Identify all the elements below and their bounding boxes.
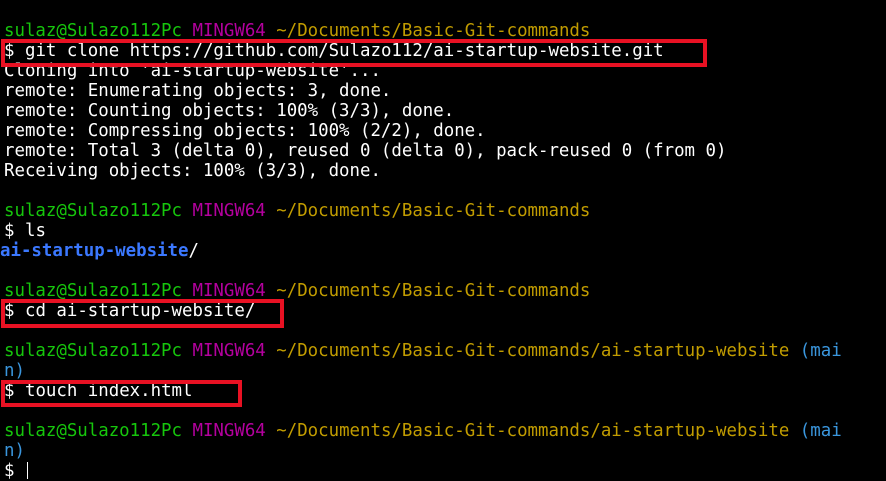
output-line: Receiving objects: 100% (3/3), done.	[4, 161, 381, 181]
prompt-user-host: sulaz@Sulazo112Pc	[4, 201, 182, 221]
active-input-line[interactable]: $	[0, 461, 886, 481]
command-ls: ls	[24, 221, 46, 241]
prompt-line: sulaz@Sulazo112Pc MINGW64 ~/Documents/Ba…	[0, 21, 886, 41]
prompt-symbol: $	[4, 301, 15, 321]
prompt-user-host: sulaz@Sulazo112Pc	[4, 341, 182, 361]
command-cd: cd ai-startup-website/	[24, 301, 256, 321]
command-clone: git clone https://github.com/Sulazo112/a…	[24, 41, 664, 61]
prompt-branch: (mai	[799, 341, 842, 361]
output-line: remote: Compressing objects: 100% (2/2),…	[4, 121, 486, 141]
terminal-window[interactable]: sulaz@Sulazo112Pc MINGW64 ~/Documents/Ba…	[0, 0, 886, 481]
prompt-branch-wrap: n)	[4, 361, 25, 381]
prompt-path: ~/Documents/Basic-Git-commands/ai-startu…	[276, 341, 790, 361]
prompt-system: MINGW64	[192, 341, 266, 361]
prompt-symbol: $	[4, 221, 15, 241]
prompt-user-host: sulaz@Sulazo112Pc	[4, 421, 182, 441]
prompt-system: MINGW64	[192, 281, 266, 301]
command-line-touch: $ touch index.html	[0, 381, 886, 401]
prompt-path: ~/Documents/Basic-Git-commands/ai-startu…	[276, 421, 790, 441]
command-touch: touch index.html	[24, 381, 193, 401]
prompt-line: sulaz@Sulazo112Pc MINGW64 ~/Documents/Ba…	[0, 281, 886, 301]
prompt-line: sulaz@Sulazo112Pc MINGW64 ~/Documents/Ba…	[0, 421, 886, 441]
prompt-line-wrap: n)	[0, 441, 886, 461]
output-line: Cloning into 'ai-startup-website'...	[4, 61, 381, 81]
prompt-symbol: $	[4, 461, 15, 481]
command-line-clone: $ git clone https://github.com/Sulazo112…	[0, 41, 886, 61]
command-line-ls: $ ls	[0, 221, 886, 241]
output-line: remote: Enumerating objects: 3, done.	[4, 81, 392, 101]
prompt-line-wrap: n)	[0, 361, 886, 381]
command-line-cd: $ cd ai-startup-website/	[0, 301, 886, 321]
prompt-user-host: sulaz@Sulazo112Pc	[4, 21, 182, 41]
prompt-line: sulaz@Sulazo112Pc MINGW64 ~/Documents/Ba…	[0, 201, 886, 221]
prompt-symbol: $	[4, 41, 15, 61]
output-line: remote: Total 3 (delta 0), reused 0 (del…	[4, 141, 727, 161]
prompt-path: ~/Documents/Basic-Git-commands	[276, 21, 591, 41]
prompt-system: MINGW64	[192, 21, 266, 41]
prompt-path: ~/Documents/Basic-Git-commands	[276, 201, 591, 221]
prompt-symbol: $	[4, 381, 15, 401]
prompt-user-host: sulaz@Sulazo112Pc	[4, 281, 182, 301]
prompt-path: ~/Documents/Basic-Git-commands	[276, 281, 591, 301]
prompt-branch: (mai	[799, 421, 842, 441]
prompt-system: MINGW64	[192, 421, 266, 441]
text-cursor	[26, 462, 28, 479]
ls-output-line: ai-startup-website/	[0, 241, 886, 261]
directory-suffix: /	[188, 241, 199, 261]
directory-entry: ai-startup-website	[0, 241, 189, 261]
prompt-line: sulaz@Sulazo112Pc MINGW64 ~/Documents/Ba…	[0, 341, 886, 361]
prompt-system: MINGW64	[192, 201, 266, 221]
output-line: remote: Counting objects: 100% (3/3), do…	[4, 101, 455, 121]
prompt-branch-wrap: n)	[4, 441, 25, 461]
